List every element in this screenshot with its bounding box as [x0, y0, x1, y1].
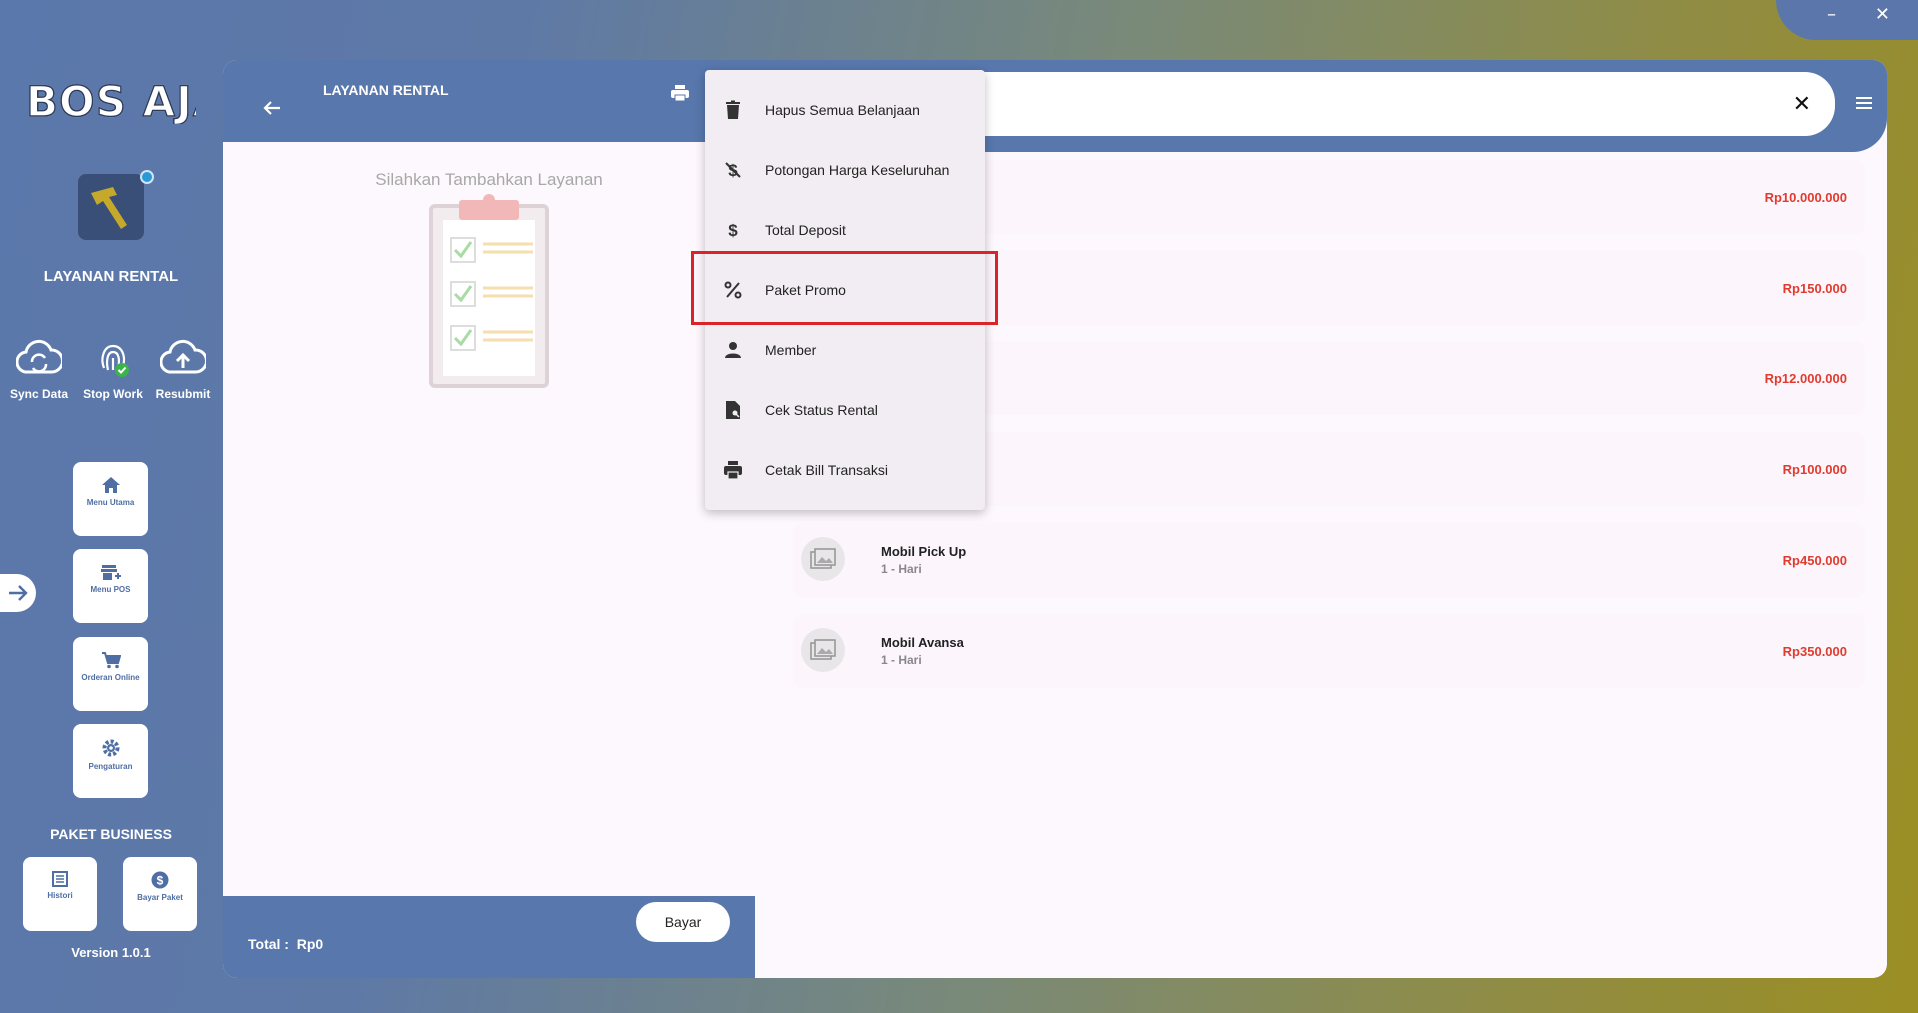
sidebar-title: LAYANAN RENTAL — [43, 268, 179, 285]
service-name: Mobil Pick Up — [881, 544, 967, 559]
dollar-icon: $ — [151, 871, 169, 889]
menu-pos-button[interactable]: Menu POS — [73, 549, 148, 623]
dollar-icon: $ — [728, 221, 738, 240]
money-off-icon: $ — [725, 161, 741, 180]
menu-item-label: Hapus Semua Belanjaan — [765, 102, 920, 118]
histori-label: Histori — [47, 891, 73, 900]
service-item[interactable]: Mobil Pick Up 1 - Hari Rp450.000 — [793, 523, 1865, 597]
menu-item-label: Total Deposit — [765, 222, 846, 238]
service-price: Rp12.000.000 — [1764, 371, 1847, 386]
resubmit-label: Resubmit — [155, 387, 211, 401]
cart-total: Total : Rp0 — [248, 936, 323, 952]
service-price: Rp100.000 — [1782, 462, 1847, 477]
gear-icon — [102, 739, 119, 757]
close-window-button[interactable]: ✕ — [1875, 4, 1890, 25]
orderan-online-label: Orderan Online — [81, 673, 140, 682]
service-price: Rp450.000 — [1782, 553, 1847, 568]
svg-text:$: $ — [157, 874, 164, 888]
avatar — [78, 170, 154, 240]
total-label: Total : — [248, 936, 289, 952]
pengaturan-label: Pengaturan — [88, 762, 133, 771]
menu-item-label: Potongan Harga Keseluruhan — [765, 162, 950, 178]
menu-item-label: Member — [765, 342, 817, 358]
minimize-button[interactable]: – — [1827, 4, 1836, 25]
image-placeholder-icon — [801, 628, 845, 672]
highlight-box — [691, 251, 998, 325]
printer-icon[interactable] — [670, 84, 690, 102]
service-duration: 1 - Hari — [881, 653, 922, 667]
svg-text:BOS AJA: BOS AJA — [26, 77, 196, 124]
stop-work-label: Stop Work — [83, 387, 143, 401]
window-controls: – ✕ — [1776, 0, 1918, 40]
package-title: PAKET BUSINESS — [50, 826, 172, 842]
service-duration: 1 - Hari — [881, 562, 922, 576]
menu-item-cetak-bill-transaksi[interactable]: Cetak Bill Transaksi — [705, 440, 985, 500]
histori-button[interactable]: Histori — [23, 857, 97, 931]
menu-item-potongan-harga[interactable]: $ Potongan Harga Keseluruhan — [705, 140, 985, 200]
sync-data-label: Sync Data — [9, 387, 69, 401]
app-version: Version 1.0.1 — [71, 945, 151, 960]
cart-title: LAYANAN RENTAL — [323, 82, 449, 98]
svg-text:$: $ — [728, 221, 738, 240]
cart-footer: Total : Rp0 Bayar — [223, 896, 755, 978]
sync-data-button[interactable]: Sync Data — [4, 338, 74, 401]
person-icon — [725, 342, 741, 358]
back-arrow-icon[interactable] — [263, 100, 281, 116]
cart-header: LAYANAN RENTAL — [223, 60, 755, 142]
menu-item-member[interactable]: Member — [705, 320, 985, 380]
status-dot — [140, 170, 154, 184]
hamburger-menu-icon[interactable] — [1855, 96, 1873, 110]
arrow-right-icon — [9, 585, 28, 601]
total-value: Rp0 — [296, 936, 324, 952]
printer-icon — [724, 461, 742, 480]
image-placeholder-icon — [801, 537, 845, 581]
service-item[interactable]: Mobil Avansa 1 - Hari Rp350.000 — [793, 614, 1865, 688]
list-icon — [52, 871, 68, 887]
resubmit-button[interactable]: Resubmit — [148, 338, 218, 401]
cart-icon — [101, 652, 121, 669]
store-icon — [100, 565, 121, 580]
menu-pos-label: Menu POS — [90, 585, 131, 594]
app-logo: BOS AJA — [25, 76, 226, 127]
service-price: Rp350.000 — [1782, 644, 1847, 659]
service-price: Rp10.000.000 — [1764, 190, 1847, 205]
trash-icon — [726, 100, 740, 119]
orderan-online-button[interactable]: Orderan Online — [73, 637, 148, 711]
service-name: Mobil Avansa — [881, 635, 964, 650]
home-icon — [101, 477, 120, 493]
bayar-paket-label: Bayar Paket — [137, 893, 183, 902]
menu-item-hapus-semua-belanjaan[interactable]: Hapus Semua Belanjaan — [705, 80, 985, 140]
bayar-button[interactable]: Bayar — [636, 902, 730, 942]
pengaturan-button[interactable]: Pengaturan — [73, 724, 148, 798]
clear-search-button[interactable]: ✕ — [1793, 92, 1811, 117]
service-price: Rp150.000 — [1782, 281, 1847, 296]
cloud-upload-icon — [159, 339, 208, 374]
expand-sidebar-button[interactable] — [0, 574, 36, 612]
sidebar: BOS AJA LAYANAN RENTAL Sync Data Stop Wo… — [0, 0, 226, 1013]
hammer-icon — [91, 187, 127, 229]
menu-utama-button[interactable]: Menu Utama — [73, 462, 148, 536]
stop-work-button[interactable]: Stop Work — [78, 338, 148, 401]
menu-item-label: Cetak Bill Transaksi — [765, 462, 888, 478]
document-search-icon — [726, 401, 740, 419]
menu-item-label: Cek Status Rental — [765, 402, 878, 418]
cloud-sync-icon — [15, 339, 64, 374]
empty-cart-text: Silahkan Tambahkan Layanan — [375, 170, 603, 189]
menu-utama-label: Menu Utama — [86, 498, 135, 507]
main-panel: LAYANAN RENTAL ✕ Silahkan Tambahkan Laya… — [223, 60, 1887, 978]
bayar-paket-button[interactable]: $ Bayar Paket — [123, 857, 197, 931]
clipboard-illustration — [429, 194, 549, 388]
menu-item-cek-status-rental[interactable]: Cek Status Rental — [705, 380, 985, 440]
fingerprint-icon — [101, 344, 129, 377]
